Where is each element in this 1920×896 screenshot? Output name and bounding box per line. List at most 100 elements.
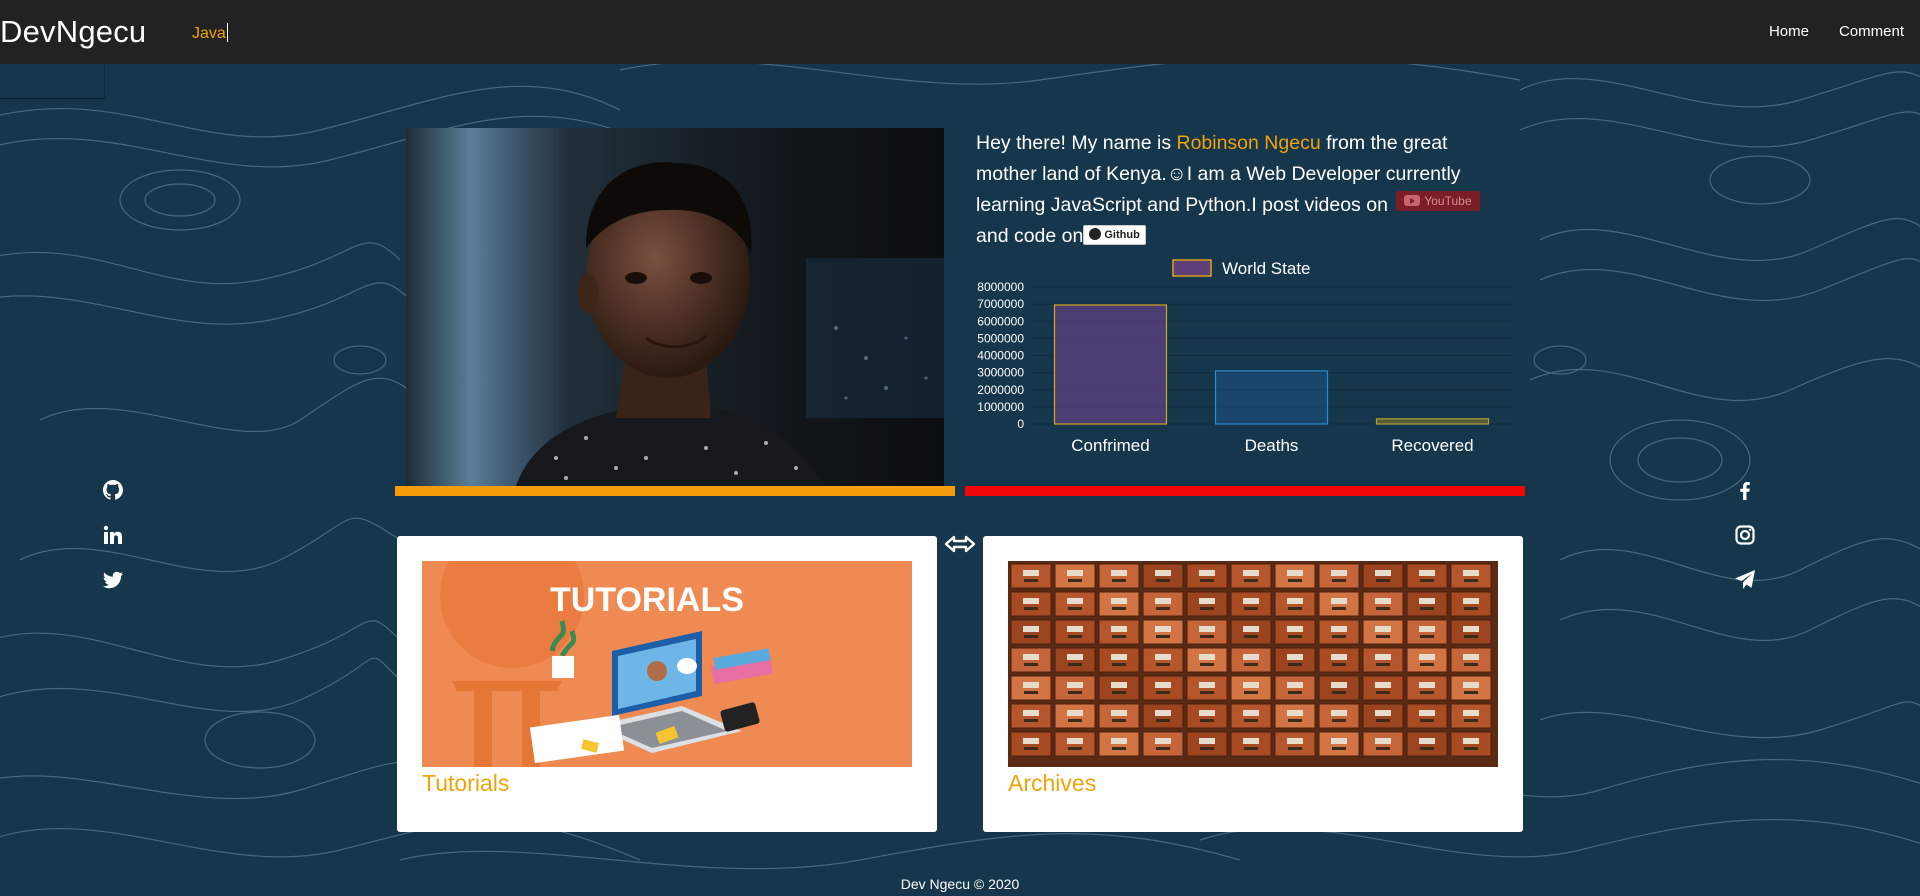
drawer-handle — [1112, 663, 1126, 666]
drawer-label — [1419, 654, 1435, 660]
nav-link-comment[interactable]: Comment — [1839, 23, 1904, 40]
drawer-label — [1287, 710, 1303, 716]
youtube-button[interactable]: YouTube — [1396, 191, 1480, 211]
nav-dropdown-shadow — [0, 64, 105, 99]
drawer-handle — [1200, 635, 1214, 638]
tutorials-card-title[interactable]: Tutorials — [422, 770, 509, 797]
drawer-label — [1419, 710, 1435, 716]
telegram-icon[interactable] — [1733, 568, 1757, 592]
drawer-label — [1463, 710, 1479, 716]
drawer-label — [1067, 654, 1083, 660]
drawer-handle — [1332, 747, 1346, 750]
bar-recovered[interactable] — [1375, 418, 1490, 425]
drawer-handle — [1112, 579, 1126, 582]
drawer-label — [1243, 598, 1259, 604]
facebook-icon[interactable] — [1733, 478, 1757, 502]
chart-legend: World State — [1172, 259, 1311, 278]
drawer-label — [1155, 710, 1171, 716]
github-button[interactable]: Github — [1083, 225, 1146, 245]
drawer-handle — [1376, 663, 1390, 666]
drawer-handle — [1024, 635, 1038, 638]
y-tick-label: 0 — [1017, 417, 1024, 431]
drawer-label — [1375, 682, 1391, 688]
drawer-label — [1375, 738, 1391, 744]
x-tick-label: Confrimed — [1071, 436, 1149, 455]
drawer-label — [1375, 654, 1391, 660]
bar-confrimed[interactable] — [1053, 304, 1168, 425]
drawer-label — [1331, 598, 1347, 604]
drawer-label — [1199, 570, 1215, 576]
drawer-handle — [1068, 747, 1082, 750]
drawer-label — [1331, 654, 1347, 660]
drawer-label — [1419, 570, 1435, 576]
drawer-label — [1287, 682, 1303, 688]
profile-photo — [406, 128, 944, 486]
instagram-icon[interactable] — [1733, 523, 1757, 547]
drawer-label — [1155, 654, 1171, 660]
drawer-label — [1111, 710, 1127, 716]
archives-thumbnail[interactable] — [1008, 561, 1498, 767]
drawer-handle — [1464, 663, 1478, 666]
drawer-handle — [1420, 635, 1434, 638]
drawer-handle — [1200, 579, 1214, 582]
tutorials-banner-text: TUTORIALS — [550, 581, 744, 619]
drawer-handle — [1288, 579, 1302, 582]
drawer-handle — [1156, 747, 1170, 750]
twitter-icon[interactable] — [101, 568, 125, 592]
legend-label: World State — [1222, 259, 1311, 278]
drawer-handle — [1288, 719, 1302, 722]
drawer-handle — [1288, 663, 1302, 666]
tutorials-card[interactable]: TUTORIALS Tutorials — [397, 536, 937, 832]
drawer-handle — [1464, 747, 1478, 750]
tutorials-thumbnail[interactable]: TUTORIALS — [422, 561, 912, 767]
drawer-label — [1067, 682, 1083, 688]
github-icon — [1089, 228, 1102, 240]
drawer-label — [1419, 738, 1435, 744]
drawer-label — [1243, 710, 1259, 716]
legend-swatch — [1172, 259, 1212, 277]
drawer-handle — [1332, 635, 1346, 638]
drawer-handle — [1156, 663, 1170, 666]
drawer-label — [1111, 682, 1127, 688]
drawer-label — [1023, 682, 1039, 688]
drawer-handle — [1420, 579, 1434, 582]
drawer-label — [1287, 738, 1303, 744]
nav-links: Home Comment — [1769, 23, 1904, 40]
drawer-handle — [1200, 663, 1214, 666]
linkedin-icon[interactable] — [101, 523, 125, 547]
drawer-handle — [1112, 719, 1126, 722]
drawer-handle — [1464, 691, 1478, 694]
drawer-label — [1375, 626, 1391, 632]
drawer-label — [1243, 570, 1259, 576]
typewriter-text: Java — [192, 23, 228, 43]
drawer-handle — [1420, 607, 1434, 610]
drawer-label — [1067, 570, 1083, 576]
bar-deaths[interactable] — [1214, 370, 1329, 425]
drawer-label — [1111, 626, 1127, 632]
drawer-label — [1375, 598, 1391, 604]
archives-card[interactable]: Archives — [983, 536, 1523, 832]
drawer-handle — [1068, 607, 1082, 610]
chart-bars — [1053, 304, 1490, 425]
drawer-label — [1331, 738, 1347, 744]
brand-logo[interactable]: DevNgecu — [0, 14, 146, 50]
y-tick-label: 7000000 — [977, 297, 1024, 311]
drawer-handle — [1068, 719, 1082, 722]
drawer-label — [1155, 682, 1171, 688]
drawer-label — [1111, 738, 1127, 744]
drawer-label — [1023, 654, 1039, 660]
y-tick-label: 6000000 — [977, 314, 1024, 328]
drawer-label — [1199, 710, 1215, 716]
github-icon[interactable] — [101, 478, 125, 502]
drawer-label — [1111, 654, 1127, 660]
drawer-handle — [1464, 719, 1478, 722]
y-tick-label: 2000000 — [977, 383, 1024, 397]
archives-card-title[interactable]: Archives — [1008, 770, 1096, 797]
drawer-handle — [1024, 663, 1038, 666]
drawer-handle — [1024, 747, 1038, 750]
drawer-label — [1463, 626, 1479, 632]
drawer-handle — [1024, 719, 1038, 722]
nav-link-home[interactable]: Home — [1769, 23, 1809, 40]
drawer-label — [1023, 738, 1039, 744]
drawer-handle — [1464, 635, 1478, 638]
